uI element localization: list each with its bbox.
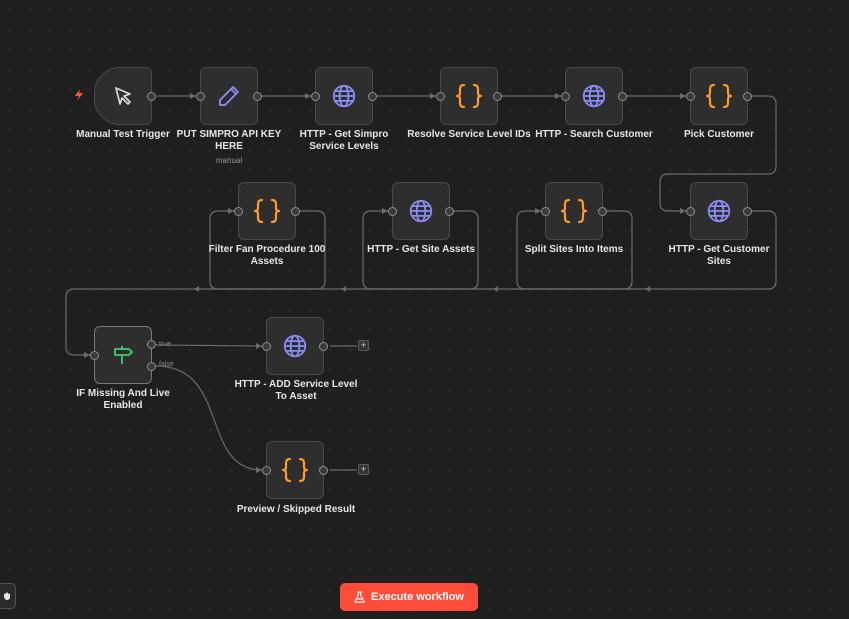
node-http-get-service-levels[interactable] bbox=[311, 67, 377, 125]
code-braces-icon bbox=[705, 83, 733, 109]
node-label: Pick Customer bbox=[683, 129, 755, 140]
add-node-button[interactable]: + bbox=[358, 340, 369, 351]
code-braces-icon bbox=[281, 457, 309, 483]
output-port[interactable] bbox=[319, 465, 328, 475]
input-port[interactable] bbox=[686, 91, 695, 101]
output-port[interactable] bbox=[319, 341, 328, 351]
node-label: IF Missing And Live Enabled bbox=[76, 388, 170, 411]
node-resolve-service-level-ids[interactable] bbox=[436, 67, 502, 125]
node-manual-test-trigger[interactable] bbox=[94, 67, 156, 125]
code-braces-icon bbox=[560, 198, 588, 224]
code-braces-icon bbox=[455, 83, 483, 109]
output-port[interactable] bbox=[618, 91, 627, 101]
globe-icon bbox=[582, 84, 606, 108]
node-http-search-customer[interactable] bbox=[561, 67, 627, 125]
node-label: HTTP - Search Customer bbox=[535, 129, 653, 140]
node-sublabel: manual bbox=[215, 156, 243, 165]
input-port[interactable] bbox=[262, 465, 271, 475]
node-label: Preview / Skipped Result bbox=[236, 504, 356, 515]
globe-icon bbox=[283, 334, 307, 358]
node-preview-skipped-result[interactable] bbox=[262, 441, 328, 499]
output-port-false[interactable] bbox=[147, 361, 156, 371]
output-port[interactable] bbox=[291, 206, 300, 216]
input-port[interactable] bbox=[196, 91, 205, 101]
corner-tool-button[interactable] bbox=[0, 583, 16, 609]
node-filter-fan-procedure[interactable] bbox=[234, 182, 300, 240]
node-http-get-site-assets[interactable] bbox=[388, 182, 454, 240]
input-port[interactable] bbox=[686, 206, 695, 216]
input-port[interactable] bbox=[262, 341, 271, 351]
pencil-icon bbox=[219, 86, 239, 106]
node-label: HTTP - Get Simpro Service Levels bbox=[299, 129, 389, 152]
output-port[interactable] bbox=[368, 91, 377, 101]
input-port[interactable] bbox=[561, 91, 570, 101]
hand-icon bbox=[4, 592, 10, 600]
signpost-icon bbox=[114, 346, 133, 364]
output-port[interactable] bbox=[743, 91, 752, 101]
node-if-missing-live-enabled[interactable] bbox=[90, 326, 156, 384]
output-port[interactable] bbox=[493, 91, 502, 101]
input-port[interactable] bbox=[234, 206, 243, 216]
output-port[interactable] bbox=[253, 91, 262, 101]
node-label: HTTP - ADD Service Level To Asset bbox=[234, 379, 358, 402]
node-put-api-key[interactable] bbox=[196, 67, 262, 125]
input-port[interactable] bbox=[90, 350, 99, 360]
input-port[interactable] bbox=[311, 91, 320, 101]
add-node-button[interactable]: + bbox=[358, 464, 369, 475]
node-split-sites[interactable] bbox=[541, 182, 607, 240]
output-port[interactable] bbox=[445, 206, 454, 216]
input-port[interactable] bbox=[436, 91, 445, 101]
input-port[interactable] bbox=[541, 206, 550, 216]
node-http-get-customer-sites[interactable] bbox=[686, 182, 752, 240]
globe-icon bbox=[707, 199, 731, 223]
code-braces-icon bbox=[253, 198, 281, 224]
trigger-bolt-icon bbox=[75, 89, 83, 101]
execute-workflow-label: Execute workflow bbox=[371, 591, 464, 603]
output-port[interactable] bbox=[743, 206, 752, 216]
branch-label-true: true bbox=[159, 341, 172, 348]
input-port[interactable] bbox=[388, 206, 397, 216]
flask-icon bbox=[354, 591, 365, 603]
node-pick-customer[interactable] bbox=[686, 67, 752, 125]
node-label: Filter Fan Procedure 100 Assets bbox=[208, 244, 326, 267]
branch-label-false: false bbox=[159, 361, 174, 368]
globe-icon bbox=[409, 199, 433, 223]
wire bbox=[155, 344, 263, 347]
node-label: PUT SIMPRO API KEY HERE bbox=[176, 129, 282, 152]
globe-icon bbox=[332, 84, 356, 108]
node-label: Split Sites Into Items bbox=[524, 244, 624, 255]
output-port[interactable] bbox=[598, 206, 607, 216]
node-label: Resolve Service Level IDs bbox=[407, 129, 531, 140]
node-label: HTTP - Get Customer Sites bbox=[668, 244, 770, 267]
execute-workflow-button[interactable]: Execute workflow bbox=[340, 583, 478, 611]
node-http-add-service-level[interactable] bbox=[262, 317, 328, 375]
node-label: HTTP - Get Site Assets bbox=[367, 244, 475, 255]
output-port[interactable] bbox=[147, 91, 156, 101]
cursor-icon bbox=[115, 87, 131, 105]
